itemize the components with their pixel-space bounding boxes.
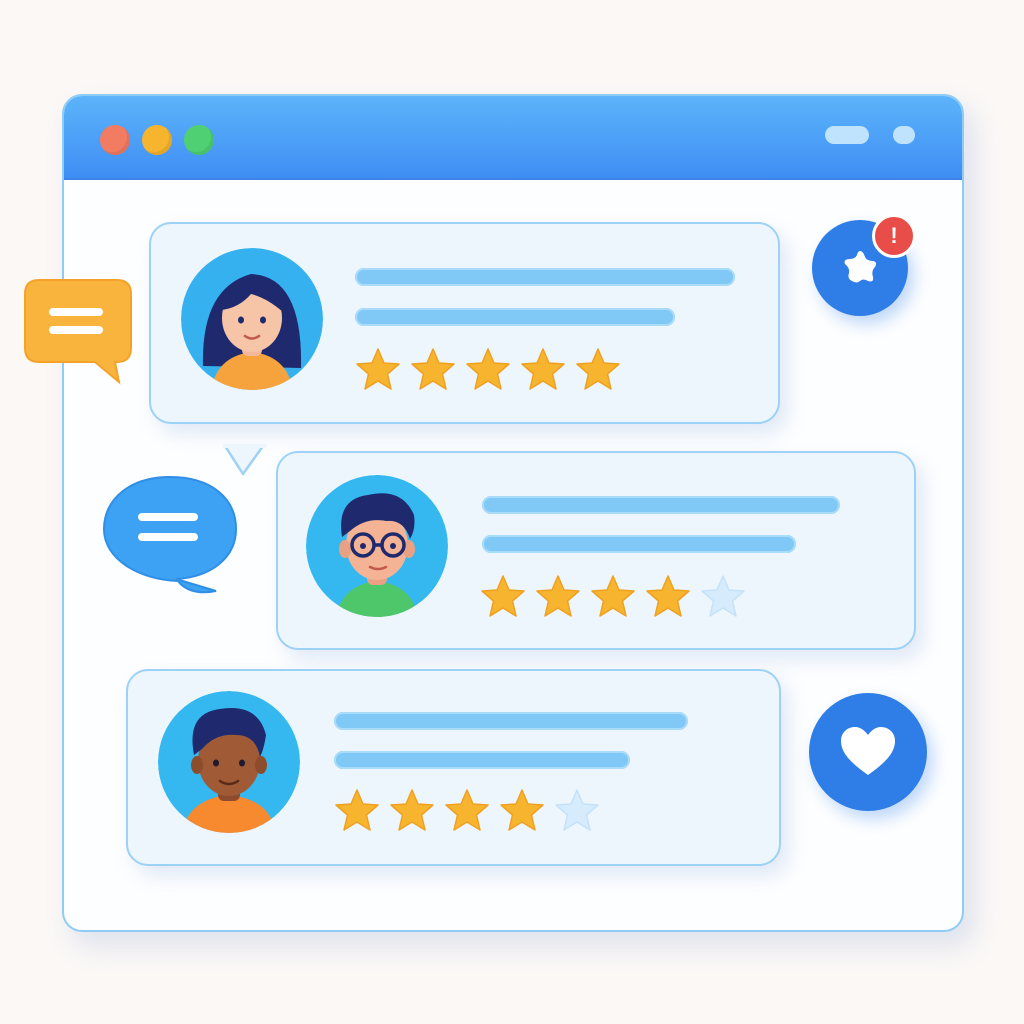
star-rating	[354, 346, 622, 394]
review-text-line	[334, 751, 630, 769]
review-text-line	[334, 712, 688, 730]
window-titlebar	[64, 96, 962, 180]
star-filled-icon	[644, 573, 692, 621]
man-avatar	[158, 691, 300, 833]
star-filled-icon	[479, 573, 527, 621]
star-filled-icon	[354, 346, 402, 394]
chat-bubble-icon[interactable]	[100, 473, 240, 595]
review-card[interactable]	[276, 451, 916, 650]
woman-avatar	[181, 248, 323, 390]
star-filled-icon	[443, 787, 491, 835]
star-filled-icon	[498, 787, 546, 835]
star-filled-icon	[519, 346, 567, 394]
star-filled-icon	[464, 346, 512, 394]
notification-badge[interactable]: !	[872, 214, 916, 258]
titlebar-search-pill[interactable]	[825, 126, 869, 144]
man-glasses-avatar	[306, 475, 448, 617]
star-filled-icon	[534, 573, 582, 621]
close-dot[interactable]	[100, 125, 130, 155]
review-text-line	[482, 535, 796, 553]
star-rating	[333, 787, 601, 835]
heart-icon[interactable]	[809, 693, 927, 811]
star-filled-icon	[589, 573, 637, 621]
star-filled-icon	[409, 346, 457, 394]
star-filled-icon	[574, 346, 622, 394]
review-text-line	[355, 308, 675, 326]
maximize-dot[interactable]	[184, 125, 214, 155]
review-card[interactable]	[149, 222, 780, 476]
star-filled-icon	[333, 787, 381, 835]
minimize-dot[interactable]	[142, 125, 172, 155]
chat-bubble-icon[interactable]	[23, 278, 133, 390]
star-rating	[479, 573, 747, 621]
titlebar-menu-pill[interactable]	[893, 126, 915, 144]
star-filled-icon	[388, 787, 436, 835]
star-empty-icon	[553, 787, 601, 835]
review-card[interactable]	[126, 669, 781, 866]
review-text-line	[355, 268, 735, 286]
review-illustration: !	[0, 0, 1024, 1024]
star-empty-icon	[699, 573, 747, 621]
review-text-line	[482, 496, 840, 514]
